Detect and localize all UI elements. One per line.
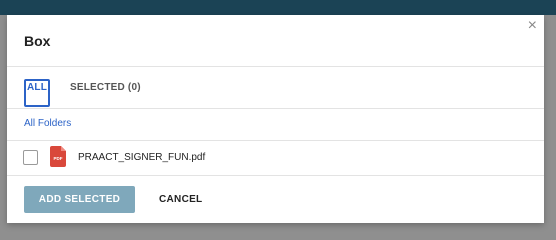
close-icon[interactable]: × (528, 17, 537, 35)
cancel-button[interactable]: CANCEL (149, 186, 212, 213)
file-checkbox[interactable] (23, 150, 38, 165)
divider (7, 175, 544, 176)
file-name: PRAACT_SIGNER_FUN.pdf (78, 152, 206, 163)
pdf-icon-label: PDF (54, 156, 63, 161)
add-selected-button[interactable]: ADD SELECTED (24, 186, 135, 213)
breadcrumb-all-folders[interactable]: All Folders (24, 118, 71, 129)
dialog-title: Box (24, 33, 51, 49)
divider (7, 66, 544, 67)
app-top-bar (0, 0, 556, 15)
tab-selected[interactable]: SELECTED (0) (70, 82, 141, 93)
tab-all[interactable]: ALL (24, 79, 51, 107)
box-dialog: × Box ALL SELECTED (0) All Folders PDF P… (7, 15, 544, 223)
file-row[interactable]: PDF PRAACT_SIGNER_FUN.pdf (7, 141, 544, 175)
pdf-file-icon: PDF (50, 146, 66, 167)
divider (7, 108, 544, 109)
